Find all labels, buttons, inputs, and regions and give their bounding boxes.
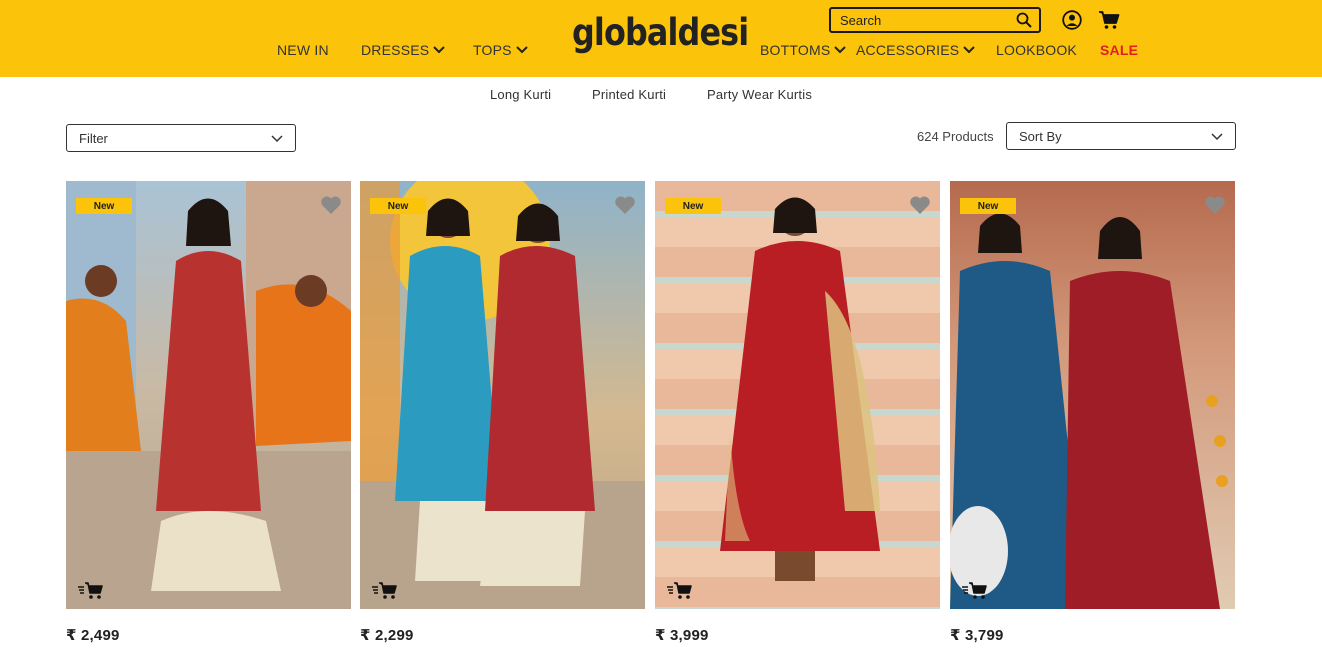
products-count: 624 Products (917, 129, 994, 144)
site-logo[interactable]: globaldesi (572, 14, 749, 51)
product-price: ₹ 2,499 (66, 627, 120, 644)
new-badge: New (76, 198, 132, 214)
nav-sale[interactable]: SALE (1100, 42, 1138, 58)
product-image[interactable]: New (360, 181, 645, 609)
nav-accessories[interactable]: ACCESSORIES (856, 42, 976, 58)
product-illustration (950, 213, 1228, 609)
subnav-printed-kurti[interactable]: Printed Kurti (592, 87, 666, 102)
product-illustration (66, 181, 351, 609)
product-image[interactable]: New (950, 181, 1235, 609)
nav-lookbook[interactable]: LOOKBOOK (996, 42, 1077, 58)
filter-dropdown[interactable]: Filter (66, 124, 296, 152)
new-badge: New (960, 198, 1016, 214)
nav-label: DRESSES (361, 42, 430, 58)
wishlist-heart-icon[interactable] (614, 195, 636, 215)
chevron-down-icon (515, 46, 528, 54)
search-box (829, 7, 1041, 33)
product-price: ₹ 3,799 (950, 627, 1004, 644)
product-image[interactable]: New (66, 181, 351, 609)
nav-bottoms[interactable]: BOTTOMS (760, 42, 847, 58)
quick-add-cart-icon[interactable] (78, 580, 104, 600)
chevron-down-icon (834, 46, 847, 54)
product-card[interactable]: New ₹ 2,299 (360, 181, 645, 644)
nav-label: LOOKBOOK (996, 42, 1077, 58)
nav-label: BOTTOMS (760, 42, 831, 58)
new-badge: New (665, 198, 721, 214)
subnav-long-kurti[interactable]: Long Kurti (490, 87, 551, 102)
nav-label: ACCESSORIES (856, 42, 960, 58)
sort-dropdown[interactable]: Sort By (1006, 122, 1236, 150)
quick-add-cart-icon[interactable] (372, 580, 398, 600)
product-card[interactable]: New ₹ 3,999 (655, 181, 940, 644)
quick-add-cart-icon[interactable] (962, 580, 988, 600)
user-icon[interactable] (1062, 10, 1082, 30)
product-card[interactable]: New ₹ 2,499 (66, 181, 351, 644)
chevron-down-icon (433, 46, 446, 54)
product-price: ₹ 2,299 (360, 627, 414, 644)
filter-label: Filter (79, 130, 108, 146)
product-card[interactable]: New ₹ 3,799 (950, 181, 1235, 644)
nav-new-in[interactable]: NEW IN (277, 42, 329, 58)
nav-label: SALE (1100, 42, 1139, 58)
quick-add-cart-icon[interactable] (667, 580, 693, 600)
new-badge: New (370, 198, 426, 214)
cart-icon[interactable] (1098, 10, 1120, 30)
search-input[interactable] (840, 12, 1010, 28)
search-icon[interactable] (1016, 12, 1032, 28)
chevron-down-icon (271, 135, 283, 143)
sort-label: Sort By (1019, 128, 1062, 144)
chevron-down-icon (1211, 133, 1223, 141)
wishlist-heart-icon[interactable] (909, 195, 931, 215)
product-illustration (360, 181, 645, 609)
nav-label: TOPS (473, 42, 512, 58)
nav-tops[interactable]: TOPS (473, 42, 528, 58)
site-header: globaldesi NEW IN DRESSES TOPS BOTTOMS A… (0, 0, 1322, 77)
nav-dresses[interactable]: DRESSES (361, 42, 446, 58)
nav-label: NEW IN (277, 42, 329, 58)
wishlist-heart-icon[interactable] (320, 195, 342, 215)
product-price: ₹ 3,999 (655, 627, 709, 644)
subnav-party-wear-kurtis[interactable]: Party Wear Kurtis (707, 87, 812, 102)
wishlist-heart-icon[interactable] (1204, 195, 1226, 215)
product-illustration (720, 197, 880, 581)
product-image[interactable]: New (655, 181, 940, 609)
chevron-down-icon (963, 46, 976, 54)
